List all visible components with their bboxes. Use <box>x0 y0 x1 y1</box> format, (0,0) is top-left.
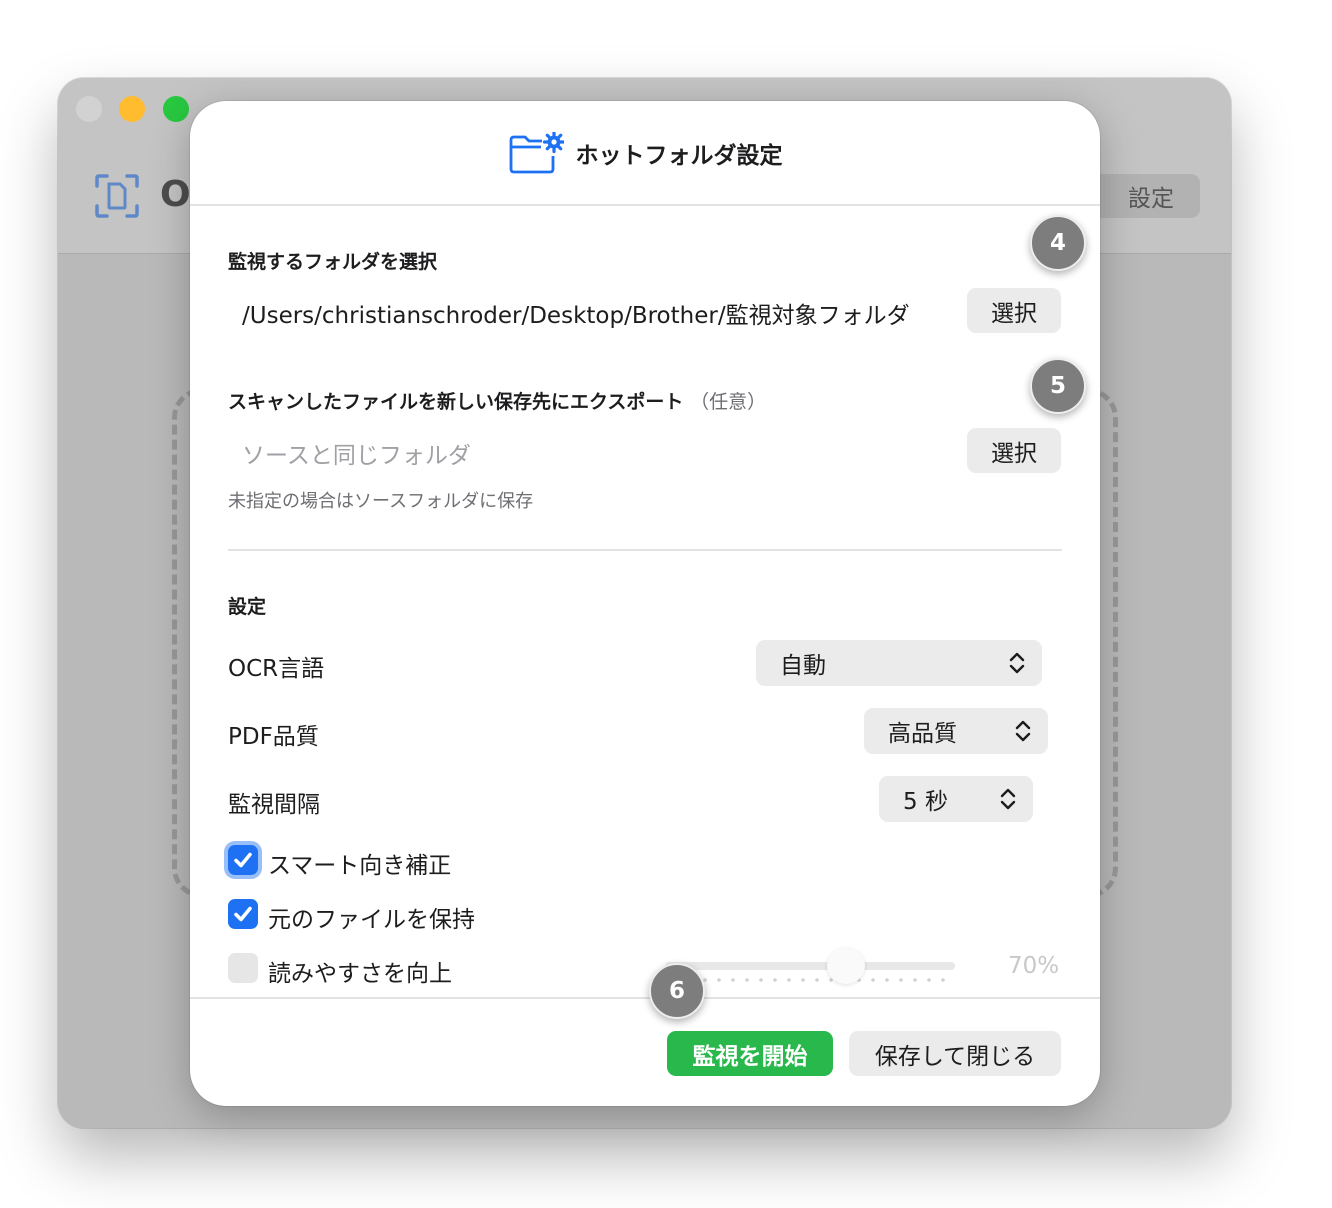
watch-interval-label: 監視間隔 <box>228 792 320 818</box>
ocr-language-label: OCR言語 <box>228 656 325 682</box>
watch-folder-choose-button[interactable]: 選択 <box>967 288 1061 333</box>
chevron-up-down-icon <box>1015 720 1031 742</box>
watch-folder-label: 監視するフォルダを選択 <box>228 251 438 273</box>
start-watching-button[interactable]: 監視を開始 <box>667 1031 833 1076</box>
pdf-quality-select[interactable]: 高品質 <box>864 708 1048 754</box>
readability-slider-ticks <box>670 978 950 982</box>
export-folder-choose-button[interactable]: 選択 <box>967 428 1061 473</box>
document-scan-icon <box>95 174 139 218</box>
ocr-language-value: 自動 <box>780 653 826 679</box>
start-watching-label: 監視を開始 <box>692 1043 808 1070</box>
step-marker-5: 5 <box>1030 358 1086 414</box>
save-and-close-label: 保存して閉じる <box>874 1043 1036 1070</box>
watch-interval-select[interactable]: 5 秒 <box>879 776 1033 822</box>
improve-readability-label: 読みやすさを向上 <box>268 961 452 987</box>
export-folder-hint: 未指定の場合はソースフォルダに保存 <box>228 491 534 512</box>
minimize-window-button[interactable] <box>119 96 145 122</box>
sheet-header: ホットフォルダ設定 <box>190 101 1100 206</box>
export-folder-choose-label: 選択 <box>991 440 1037 467</box>
background-settings-button[interactable]: 設定 <box>1083 174 1200 218</box>
close-window-button[interactable] <box>76 96 102 122</box>
sheet-title: ホットフォルダ設定 <box>575 142 783 169</box>
step-marker-4: 4 <box>1030 215 1086 271</box>
watch-folder-choose-label: 選択 <box>991 300 1037 327</box>
chevron-up-down-icon <box>1000 788 1016 810</box>
export-folder-path-placeholder: ソースと同じフォルダ <box>242 443 471 469</box>
hot-folder-settings-sheet: ホットフォルダ設定 監視するフォルダを選択 /Users/christiansc… <box>190 101 1100 1106</box>
watch-folder-path: /Users/christianschroder/Desktop/Brother… <box>242 303 910 329</box>
improve-readability-checkbox[interactable] <box>228 953 258 983</box>
background-settings-label: 設定 <box>1128 186 1174 212</box>
chevron-up-down-icon <box>1009 652 1025 674</box>
background-app-title: O <box>160 174 191 215</box>
readability-slider-value: 70% <box>1008 953 1060 979</box>
watch-interval-value: 5 秒 <box>903 789 948 815</box>
folder-gear-icon <box>509 131 564 173</box>
export-folder-label: スキャンしたファイルを新しい保存先にエクスポート <box>228 391 684 413</box>
readability-slider-knob[interactable] <box>827 948 865 984</box>
section-divider <box>228 549 1062 551</box>
pdf-quality-value: 高品質 <box>888 721 957 747</box>
keep-original-checkbox[interactable] <box>228 899 258 929</box>
smart-orientation-checkbox[interactable] <box>228 845 258 875</box>
ocr-language-select[interactable]: 自動 <box>756 640 1042 686</box>
settings-heading: 設定 <box>228 596 267 618</box>
checkmark-icon <box>234 906 252 922</box>
pdf-quality-label: PDF品質 <box>228 724 319 750</box>
keep-original-label: 元のファイルを保持 <box>268 907 475 933</box>
step-marker-6: 6 <box>649 963 705 1019</box>
smart-orientation-label: スマート向き補正 <box>268 853 452 879</box>
readability-slider-track[interactable] <box>665 962 955 970</box>
export-folder-optional: （任意） <box>690 391 767 413</box>
footer-divider <box>190 997 1100 999</box>
zoom-window-button[interactable] <box>163 96 189 122</box>
export-folder-label-row: スキャンしたファイルを新しい保存先にエクスポート （任意） <box>228 387 766 414</box>
checkmark-icon <box>234 852 252 868</box>
save-and-close-button[interactable]: 保存して閉じる <box>849 1031 1061 1076</box>
